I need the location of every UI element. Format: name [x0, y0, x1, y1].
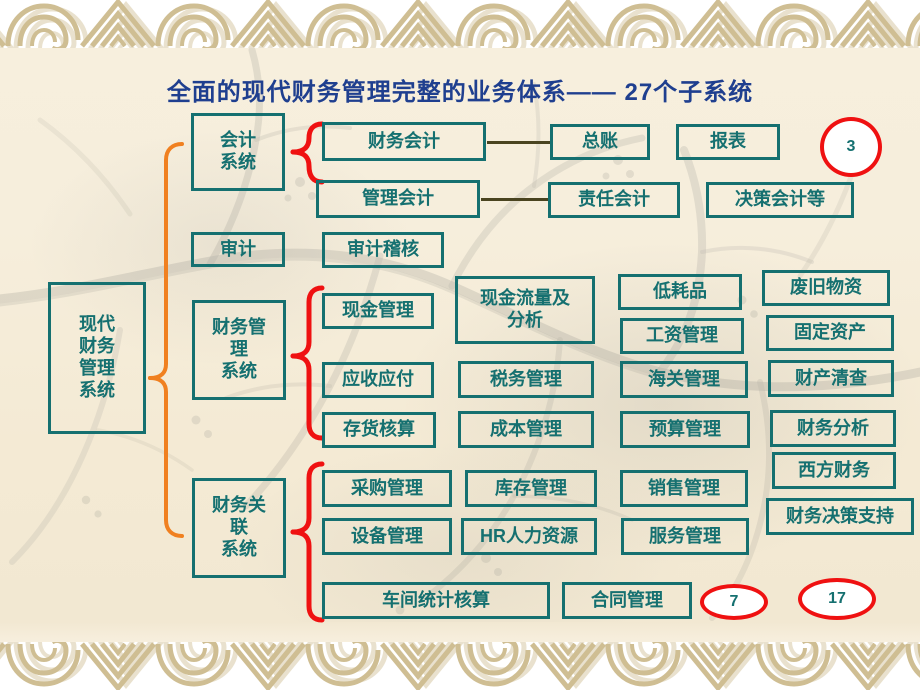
node-responsibility-accounting-label: 责任会计 [578, 189, 650, 210]
node-equipment-management[interactable]: 设备管理 [322, 518, 452, 555]
connector-finacct-to-ledger [487, 141, 550, 144]
group-finrelated-label-line-1: 财务关 [212, 495, 266, 516]
group-accounting-label-line-1: 会计 [220, 130, 256, 151]
node-cash-flow-and-analysis[interactable]: 现金流量及 分析 [455, 276, 595, 344]
group-finrelated-label-line-3: 系统 [221, 538, 257, 559]
node-western-finance-label: 西方财务 [798, 459, 870, 480]
node-general-ledger[interactable]: 总账 [550, 124, 650, 160]
group-finmgmt-label-line-2: 理 [230, 339, 248, 360]
node-receivables-payables-label: 应收应付 [342, 369, 414, 390]
node-contract-management-label: 合同管理 [591, 589, 663, 610]
counter-badge-financial-management-value: 17 [828, 590, 846, 607]
node-customs-management-label: 海关管理 [648, 368, 720, 389]
root-label-line-4: 系统 [79, 379, 115, 400]
node-financial-analysis[interactable]: 财务分析 [770, 410, 896, 447]
node-purchasing-management[interactable]: 采购管理 [322, 470, 452, 507]
connector-mgmtacct-to-responsibility [481, 198, 548, 201]
node-decision-accounting-label: 决策会计等 [735, 189, 825, 210]
node-low-value-consumables-label: 低耗品 [653, 281, 707, 302]
node-financial-decision-support[interactable]: 财务决策支持 [766, 498, 914, 535]
node-cash-flow-label-line-1: 现金流量及 [480, 288, 570, 309]
node-service-management[interactable]: 服务管理 [621, 518, 749, 555]
node-financial-analysis-label: 财务分析 [797, 417, 869, 438]
node-payroll-management[interactable]: 工资管理 [620, 318, 744, 354]
counter-badge-financial-management: 17 [798, 578, 876, 620]
node-waste-materials[interactable]: 废旧物资 [762, 270, 890, 306]
group-finmgmt-label-line-3: 系统 [221, 360, 257, 381]
node-reports-label: 报表 [710, 131, 746, 152]
node-purchasing-management-label: 采购管理 [351, 477, 423, 498]
node-cost-management-label: 成本管理 [490, 418, 562, 439]
group-finmgmt-label-line-1: 财务管 [212, 317, 266, 338]
node-reports[interactable]: 报表 [676, 124, 780, 160]
group-node-finance-related-system[interactable]: 财务关 联 系统 [192, 478, 286, 578]
greek-key-border-top [0, 0, 920, 48]
group-node-financial-management-system[interactable]: 财务管 理 系统 [192, 300, 286, 400]
node-budget-management-label: 预算管理 [649, 418, 721, 439]
node-responsibility-accounting[interactable]: 责任会计 [548, 182, 680, 218]
root-label-line-3: 管理 [79, 358, 115, 378]
node-contract-management[interactable]: 合同管理 [562, 582, 692, 619]
group-node-accounting-system[interactable]: 会计 系统 [191, 113, 285, 191]
group-node-audit[interactable]: 审计 [191, 232, 285, 267]
node-fixed-assets[interactable]: 固定资产 [766, 315, 894, 351]
node-equipment-management-label: 设备管理 [351, 525, 423, 546]
node-receivables-payables[interactable]: 应收应付 [322, 362, 434, 398]
slide-title: 全面的现代财务管理完整的业务体系—— 27个子系统 [166, 79, 754, 106]
node-hr-human-resources-label: HR人力资源 [480, 525, 578, 546]
node-workshop-statistics-accounting[interactable]: 车间统计核算 [322, 582, 550, 619]
root-node-modern-financial-management-system[interactable]: 现代 财务 管理 系统 [48, 282, 146, 434]
slide-canvas: 全面的现代财务管理完整的业务体系—— 27个子系统 现代 财务 管理 系统 会计… [0, 0, 920, 690]
node-hr-human-resources[interactable]: HR人力资源 [461, 518, 597, 555]
group-audit-label: 审计 [220, 238, 256, 259]
node-general-ledger-label: 总账 [582, 131, 618, 152]
node-tax-management-label: 税务管理 [490, 368, 562, 389]
node-audit-review[interactable]: 审计稽核 [322, 232, 444, 268]
node-financial-decision-support-label: 财务决策支持 [786, 505, 894, 526]
node-property-inventory-check-label: 财产清查 [795, 367, 867, 388]
node-warehouse-management-label: 库存管理 [495, 477, 567, 498]
node-inventory-accounting[interactable]: 存货核算 [322, 412, 436, 448]
node-sales-management[interactable]: 销售管理 [620, 470, 748, 507]
node-decision-accounting[interactable]: 决策会计等 [706, 182, 854, 218]
group-finrelated-label-line-2: 联 [230, 517, 248, 538]
node-fixed-assets-label: 固定资产 [794, 322, 866, 343]
node-customs-management[interactable]: 海关管理 [620, 361, 748, 398]
node-budget-management[interactable]: 预算管理 [620, 411, 750, 448]
node-cash-management[interactable]: 现金管理 [322, 293, 434, 329]
node-waste-materials-label: 废旧物资 [790, 277, 862, 298]
counter-badge-finance-related: 7 [700, 584, 768, 620]
node-cash-management-label: 现金管理 [342, 300, 414, 321]
node-management-accounting-label: 管理会计 [362, 188, 434, 209]
node-service-management-label: 服务管理 [649, 525, 721, 546]
counter-badge-accounting-value: 3 [846, 138, 856, 155]
node-management-accounting[interactable]: 管理会计 [316, 180, 480, 218]
group-accounting-label-line-2: 系统 [220, 152, 256, 172]
greek-key-border-bottom [0, 642, 920, 690]
counter-badge-finance-related-value: 7 [729, 593, 739, 610]
node-audit-review-label: 审计稽核 [347, 239, 419, 260]
node-property-inventory-check[interactable]: 财产清查 [768, 360, 894, 397]
node-western-finance[interactable]: 西方财务 [772, 452, 896, 489]
node-inventory-accounting-label: 存货核算 [343, 419, 415, 440]
node-sales-management-label: 销售管理 [648, 477, 720, 498]
node-low-value-consumables[interactable]: 低耗品 [618, 274, 742, 310]
node-financial-accounting[interactable]: 财务会计 [322, 122, 486, 161]
node-cash-flow-label-line-2: 分析 [507, 310, 543, 330]
node-tax-management[interactable]: 税务管理 [458, 361, 594, 398]
root-label-line-1: 现代 [79, 314, 115, 335]
node-warehouse-management[interactable]: 库存管理 [465, 470, 597, 507]
root-label-line-2: 财务 [79, 336, 115, 357]
node-financial-accounting-label: 财务会计 [368, 130, 440, 151]
counter-badge-accounting: 3 [820, 117, 882, 177]
node-payroll-management-label: 工资管理 [646, 325, 718, 346]
node-workshop-statistics-accounting-label: 车间统计核算 [382, 589, 490, 610]
node-cost-management[interactable]: 成本管理 [458, 411, 594, 448]
